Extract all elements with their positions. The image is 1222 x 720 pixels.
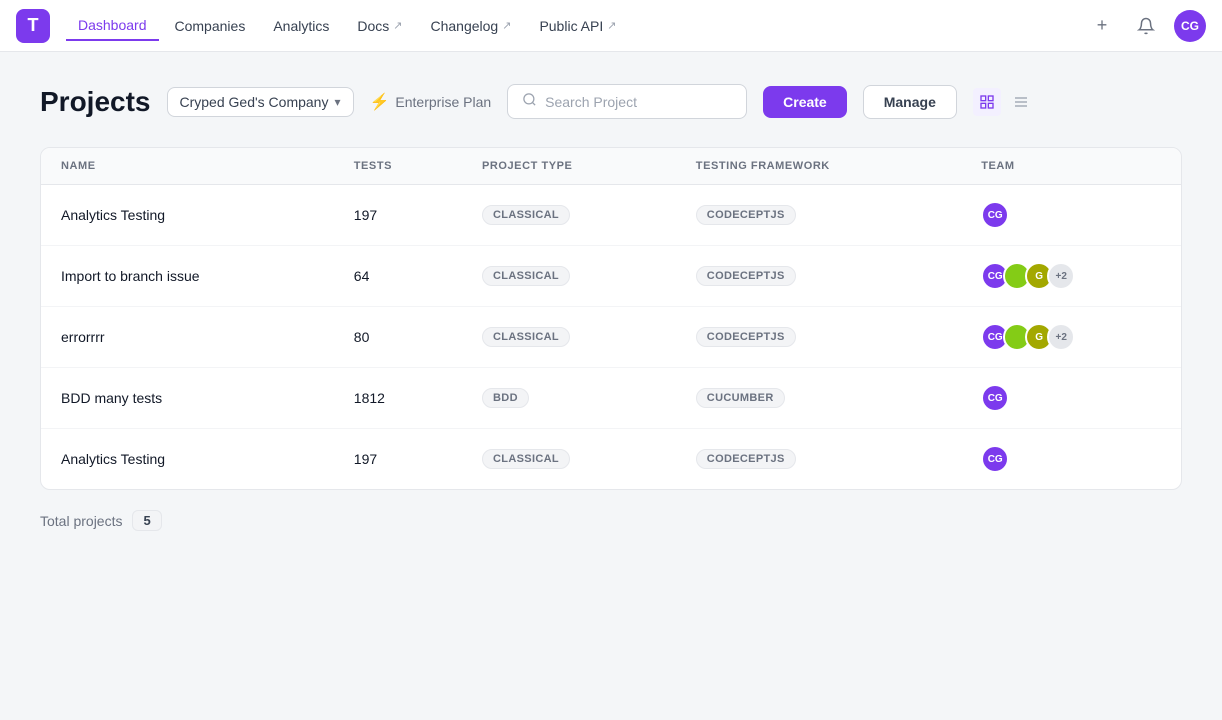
- table-row[interactable]: Analytics Testing197CLASSICALCODECEPTJS C…: [41, 429, 1181, 490]
- row-name: BDD many tests: [41, 368, 334, 429]
- table-row[interactable]: Analytics Testing197CLASSICALCODECEPTJS C…: [41, 185, 1181, 246]
- company-label: Cryped Ged's Company: [180, 94, 329, 110]
- total-projects-label: Total projects: [40, 513, 122, 529]
- avatar: CG: [981, 445, 1009, 473]
- search-input[interactable]: [545, 94, 732, 110]
- row-team: CG: [961, 429, 1181, 490]
- avatar-extra: +2: [1047, 323, 1075, 351]
- external-link-icon: ↗: [393, 19, 402, 32]
- main-content: Projects Cryped Ged's Company ▾ ⚡ Enterp…: [0, 52, 1222, 563]
- projects-table-container: NAME TESTS PROJECT TYPE TESTING FRAMEWOR…: [40, 147, 1182, 490]
- page-header: Projects Cryped Ged's Company ▾ ⚡ Enterp…: [40, 84, 1182, 119]
- avatar-extra: +2: [1047, 262, 1075, 290]
- table-header-row: NAME TESTS PROJECT TYPE TESTING FRAMEWOR…: [41, 148, 1181, 185]
- table-row[interactable]: BDD many tests1812BDDCUCUMBER CG: [41, 368, 1181, 429]
- row-testing-framework: CUCUMBER: [676, 368, 961, 429]
- search-box: [507, 84, 747, 119]
- row-testing-framework: CODECEPTJS: [676, 307, 961, 368]
- row-testing-framework: CODECEPTJS: [676, 246, 961, 307]
- total-projects-count: 5: [132, 510, 161, 531]
- row-project-type: CLASSICAL: [462, 185, 676, 246]
- plan-icon: ⚡: [370, 92, 390, 112]
- row-project-type: CLASSICAL: [462, 246, 676, 307]
- row-tests: 197: [334, 185, 462, 246]
- row-tests: 64: [334, 246, 462, 307]
- page-title: Projects: [40, 86, 151, 118]
- row-testing-framework: CODECEPTJS: [676, 185, 961, 246]
- row-tests: 197: [334, 429, 462, 490]
- row-name: Import to branch issue: [41, 246, 334, 307]
- table-row[interactable]: errorrrr80CLASSICALCODECEPTJSCGG+2: [41, 307, 1181, 368]
- row-testing-framework: CODECEPTJS: [676, 429, 961, 490]
- nav-actions: + CG: [1086, 10, 1206, 42]
- row-team: CG: [961, 368, 1181, 429]
- nav-changelog[interactable]: Changelog ↗: [418, 12, 523, 40]
- row-team: CG: [961, 185, 1181, 246]
- nav-analytics[interactable]: Analytics: [261, 12, 341, 40]
- row-name: Analytics Testing: [41, 429, 334, 490]
- nav-dashboard[interactable]: Dashboard: [66, 11, 159, 41]
- row-tests: 1812: [334, 368, 462, 429]
- plan-label: Enterprise Plan: [395, 94, 491, 110]
- row-team: CGG+2: [961, 307, 1181, 368]
- grid-view-button[interactable]: [973, 88, 1001, 116]
- table-row[interactable]: Import to branch issue64CLASSICALCODECEP…: [41, 246, 1181, 307]
- avatar: CG: [981, 201, 1009, 229]
- view-toggle: [973, 88, 1035, 116]
- external-link-icon: ↗: [502, 19, 511, 32]
- col-name: NAME: [41, 148, 334, 185]
- col-tests: TESTS: [334, 148, 462, 185]
- projects-table: NAME TESTS PROJECT TYPE TESTING FRAMEWOR…: [41, 148, 1181, 489]
- row-name: Analytics Testing: [41, 185, 334, 246]
- notification-button[interactable]: [1130, 10, 1162, 42]
- row-project-type: CLASSICAL: [462, 307, 676, 368]
- app-logo[interactable]: T: [16, 9, 50, 43]
- row-tests: 80: [334, 307, 462, 368]
- row-project-type: BDD: [462, 368, 676, 429]
- navbar: T Dashboard Companies Analytics Docs ↗ C…: [0, 0, 1222, 52]
- row-project-type: CLASSICAL: [462, 429, 676, 490]
- col-project-type: PROJECT TYPE: [462, 148, 676, 185]
- nav-public-api[interactable]: Public API ↗: [527, 12, 628, 40]
- manage-button[interactable]: Manage: [863, 85, 957, 119]
- chevron-down-icon: ▾: [334, 95, 340, 109]
- col-team: TEAM: [961, 148, 1181, 185]
- nav-companies[interactable]: Companies: [163, 12, 258, 40]
- create-button[interactable]: Create: [763, 86, 847, 118]
- add-button[interactable]: +: [1086, 10, 1118, 42]
- col-testing-framework: TESTING FRAMEWORK: [676, 148, 961, 185]
- list-view-button[interactable]: [1007, 88, 1035, 116]
- user-avatar[interactable]: CG: [1174, 10, 1206, 42]
- search-icon: [522, 92, 537, 111]
- table-footer: Total projects 5: [40, 510, 1182, 531]
- external-link-icon: ↗: [607, 19, 616, 32]
- nav-docs[interactable]: Docs ↗: [345, 12, 414, 40]
- avatar: CG: [981, 384, 1009, 412]
- row-name: errorrrr: [41, 307, 334, 368]
- row-team: CGG+2: [961, 246, 1181, 307]
- company-selector[interactable]: Cryped Ged's Company ▾: [167, 87, 354, 117]
- plan-badge: ⚡ Enterprise Plan: [370, 92, 492, 112]
